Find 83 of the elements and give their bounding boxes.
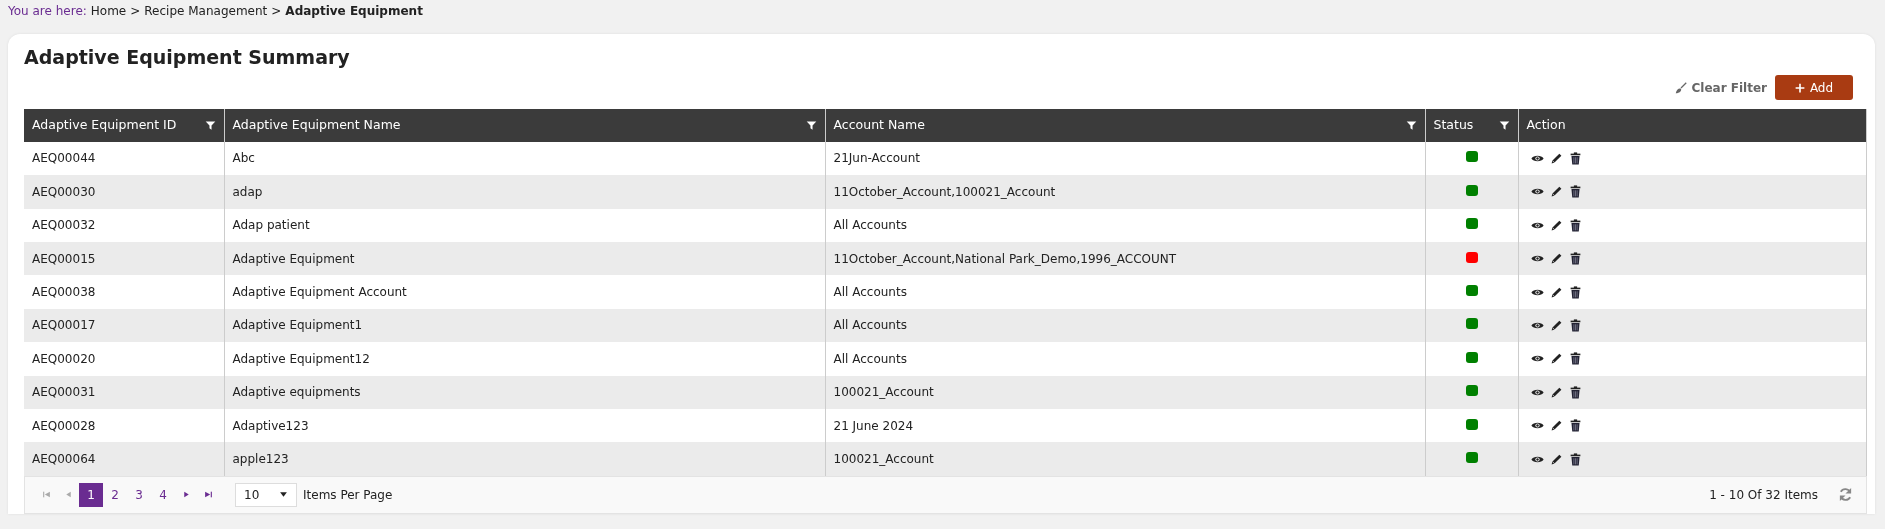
trash-icon[interactable] (1568, 185, 1582, 199)
table-cell: 100021_Account (833, 385, 934, 400)
table-cell: AEQ00020 (32, 351, 96, 366)
trash-icon[interactable] (1568, 385, 1582, 399)
page-button[interactable]: 2 (103, 482, 127, 507)
page-button[interactable]: 1 (79, 482, 103, 507)
pencil-icon[interactable] (1549, 252, 1563, 266)
pencil-icon[interactable] (1549, 318, 1563, 332)
breadcrumb-separator: > (271, 4, 282, 18)
table-cell: AEQ00038 (32, 285, 96, 300)
page-title: Adaptive Equipment Summary (24, 46, 351, 69)
table-cell: All Accounts (833, 218, 907, 233)
trash-icon[interactable] (1568, 152, 1582, 165)
trash-icon[interactable] (1568, 285, 1582, 299)
column-header: Account Name (833, 115, 925, 134)
table-cell: adap (232, 184, 263, 199)
page-button[interactable]: 4 (151, 482, 175, 507)
table-cell: AEQ00032 (32, 218, 96, 233)
table-cell: apple123 (232, 452, 289, 466)
caret-icon (279, 490, 288, 500)
trash-icon[interactable] (1568, 252, 1582, 266)
pencil-icon[interactable] (1549, 185, 1563, 199)
trash-icon[interactable] (1568, 419, 1582, 433)
filter-icon[interactable] (1498, 119, 1510, 131)
brush-icon (1673, 81, 1688, 94)
breadcrumb-label: You are here: (8, 4, 87, 18)
breadcrumb-link[interactable]: Recipe Management (144, 4, 268, 18)
clear-filter-button[interactable]: Clear Filter (1673, 78, 1767, 97)
table-cell: Adaptive Equipment12 (232, 351, 370, 366)
pager-summary: 1 - 10 Of 32 Items (1709, 486, 1818, 504)
column-header: Status (1433, 115, 1474, 134)
table-cell: Adap patient (232, 218, 310, 233)
breadcrumb-current: Adaptive Equipment (285, 4, 423, 18)
column-header: Adaptive Equipment ID (32, 115, 177, 134)
plus-icon (1794, 82, 1805, 93)
add-button[interactable]: Add (1775, 75, 1853, 101)
table-cell: 100021_Account (833, 452, 934, 466)
table-cell: Adaptive Equipment (232, 251, 355, 266)
table-cell: Abc (232, 151, 255, 166)
table-cell: 21 June 2024 (833, 418, 914, 433)
table-cell: AEQ00030 (32, 184, 96, 199)
table-cell: All Accounts (833, 285, 907, 300)
pencil-icon[interactable] (1549, 352, 1563, 366)
table-cell: All Accounts (833, 318, 907, 333)
table-cell: Adaptive Equipment Account (232, 285, 407, 300)
table-cell: AEQ00044 (32, 151, 96, 166)
trash-icon[interactable] (1568, 318, 1582, 332)
column-header: Adaptive Equipment Name (232, 115, 401, 134)
previous-page-icon (63, 490, 73, 500)
breadcrumb-link[interactable]: Home (90, 4, 127, 18)
breadcrumb-separator: > (130, 4, 141, 18)
table-cell: 11October_Account,National Park_Demo,1996_ACCOUNT (833, 251, 1177, 266)
trash-icon[interactable] (1568, 352, 1582, 366)
trash-icon[interactable] (1568, 452, 1582, 466)
table-cell: 21Jun-Account (833, 151, 921, 166)
pencil-icon[interactable] (1549, 385, 1563, 399)
table-cell: Adaptive123 (232, 418, 309, 433)
filter-icon[interactable] (204, 119, 216, 131)
table-cell: AEQ00017 (32, 318, 96, 333)
page-size-label: Items Per Page (303, 486, 393, 504)
refresh-icon (1837, 487, 1853, 503)
page-size-dropdown[interactable]: 10 (235, 482, 297, 507)
pencil-icon[interactable] (1549, 285, 1563, 299)
table-cell: Adaptive equipments (232, 385, 361, 400)
next-page-icon (181, 490, 191, 500)
table-cell: AEQ00028 (32, 418, 96, 433)
filter-icon[interactable] (805, 119, 817, 131)
table-cell: AEQ00064 (32, 452, 96, 466)
page-button[interactable]: 3 (127, 482, 151, 507)
pencil-icon[interactable] (1549, 419, 1563, 433)
last-page-icon (203, 490, 213, 500)
first-page-icon (41, 490, 51, 500)
filter-icon[interactable] (1405, 119, 1417, 131)
pencil-icon[interactable] (1549, 452, 1563, 466)
pencil-icon[interactable] (1549, 152, 1563, 165)
table-cell: 11October_Account,100021_Account (833, 184, 1056, 199)
column-header: Action (1526, 115, 1566, 134)
table-cell: AEQ00031 (32, 385, 96, 400)
table-cell: Adaptive Equipment1 (232, 318, 363, 333)
table-cell: All Accounts (833, 351, 907, 366)
trash-icon[interactable] (1568, 218, 1582, 232)
pencil-icon[interactable] (1549, 218, 1563, 232)
table-cell: AEQ00015 (32, 251, 96, 266)
